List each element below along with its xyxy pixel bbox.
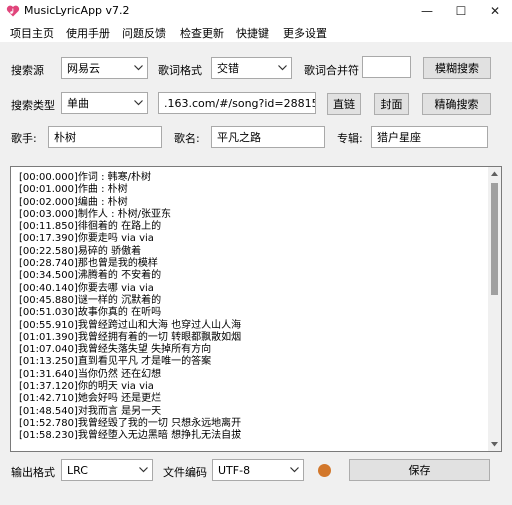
cover-button[interactable]: 封面	[374, 93, 409, 115]
lyric-line: [00:28.740]那也曾是我的模样	[19, 258, 158, 270]
lyric-line: [00:45.880]谜一样的 沉默着的	[19, 294, 162, 306]
music-heart-icon	[6, 5, 20, 17]
lyric-format-select[interactable]: 交错	[211, 57, 292, 79]
lyric-format-label: 歌词格式	[158, 64, 202, 77]
maximize-button[interactable]: ☐	[444, 0, 478, 22]
lyric-line: [01:37.120]你的明天 via via	[19, 381, 154, 393]
file-encoding-value: UTF-8	[218, 463, 251, 477]
scroll-up-icon[interactable]	[488, 167, 501, 180]
menu-shortcuts[interactable]: 快捷键	[236, 25, 269, 41]
scroll-down-icon[interactable]	[488, 438, 501, 451]
lyric-line: [01:48.540]对我而言 是另一天	[19, 405, 162, 417]
search-type-value: 单曲	[67, 97, 89, 110]
lyric-line: [00:01.000]作曲 : 朴树	[19, 184, 128, 196]
file-encoding-label: 文件编码	[163, 466, 207, 479]
album-label: 专辑:	[337, 132, 363, 145]
chevron-down-icon	[129, 93, 147, 113]
lyric-line: [01:52.780]我曾经毁了我的一切 只想永远地离开	[19, 417, 242, 429]
menu-check-update[interactable]: 检查更新	[180, 25, 224, 41]
lyric-line: [00:55.910]我曾经跨过山和大海 也穿过人山人海	[19, 319, 242, 331]
chevron-down-icon	[134, 460, 152, 480]
merge-symbol-label: 歌词合并符	[304, 64, 359, 77]
song-name-label: 歌名:	[174, 132, 200, 145]
album-field[interactable]: 猎户星座	[371, 126, 488, 148]
lyric-line: [00:40.140]你要去哪 via via	[19, 282, 154, 294]
scrollbar-thumb[interactable]	[491, 183, 498, 295]
output-format-label: 输出格式	[11, 466, 55, 479]
direct-link-button[interactable]: 直链	[327, 93, 361, 115]
lyric-format-value: 交错	[217, 62, 239, 75]
chevron-down-icon	[285, 460, 303, 480]
menu-more-settings[interactable]: 更多设置	[283, 25, 327, 41]
lyric-line: [01:58.230]我曾经堕入无边黑暗 想挣扎无法自拔	[19, 430, 242, 442]
status-indicator	[318, 464, 331, 477]
chevron-down-icon	[129, 58, 147, 78]
lyric-line: [00:34.500]沸腾着的 不安着的	[19, 270, 162, 282]
exact-search-button[interactable]: 精确搜索	[422, 93, 491, 115]
file-encoding-select[interactable]: UTF-8	[212, 459, 304, 481]
lyric-line: [00:00.000]作词 : 韩寒/朴树	[19, 172, 151, 183]
lyric-line: [01:42.710]她会好吗 还是更烂	[19, 393, 162, 405]
chevron-down-icon	[273, 58, 291, 78]
lyric-line: [00:02.000]编曲 : 朴树	[19, 196, 128, 208]
song-name-field[interactable]: 平凡之路	[211, 126, 325, 148]
search-source-select[interactable]: 网易云	[61, 57, 148, 79]
search-type-label: 搜索类型	[11, 99, 55, 112]
lyric-line: [00:17.390]你要走吗 via via	[19, 233, 154, 245]
save-button[interactable]: 保存	[349, 459, 490, 481]
minimize-button[interactable]: —	[410, 0, 444, 22]
menu-feedback[interactable]: 问题反馈	[122, 25, 166, 41]
singer-field[interactable]: 朴树	[48, 126, 162, 148]
singer-label: 歌手:	[11, 132, 37, 145]
lyric-line: [01:01.390]我曾经拥有着的一切 转眼都飘散如烟	[19, 331, 242, 343]
fuzzy-search-button[interactable]: 模糊搜索	[423, 57, 491, 79]
lyric-line: [00:11.850]徘徊着的 在路上的	[19, 221, 162, 233]
search-source-label: 搜索源	[11, 64, 44, 77]
lyric-line: [00:03.000]制作人 : 朴树/张亚东	[19, 208, 171, 220]
menu-manual[interactable]: 使用手册	[66, 25, 110, 41]
lyrics-scrollbar[interactable]	[488, 167, 501, 451]
lyric-line: [01:31.640]当你仍然 还在幻想	[19, 368, 162, 380]
merge-symbol-input[interactable]	[362, 56, 411, 78]
search-type-select[interactable]: 单曲	[61, 92, 148, 114]
lyric-line: [00:22.580]易碎的 骄傲着	[19, 245, 142, 257]
lyrics-textarea[interactable]: [00:00.000]作词 : 韩寒/朴树 [00:01.000]作曲 : 朴树…	[10, 166, 502, 452]
close-button[interactable]: ✕	[478, 0, 512, 22]
lyrics-content: [00:00.000]作词 : 韩寒/朴树 [00:01.000]作曲 : 朴树…	[19, 172, 489, 443]
lyric-line: [01:07.040]我曾经失落失望 失掉所有方向	[19, 344, 212, 356]
window-title: MusicLyricApp v7.2	[24, 4, 130, 17]
lyric-line: [00:51.030]故事你真的 在听吗	[19, 307, 162, 319]
title-bar: MusicLyricApp v7.2 — ☐ ✕	[0, 0, 512, 22]
search-url-input[interactable]: .163.com/#/song?id=28815250	[158, 92, 316, 114]
menu-project-home[interactable]: 项目主页	[10, 25, 54, 41]
output-format-value: LRC	[67, 463, 88, 477]
menu-bar: 项目主页 使用手册 问题反馈 检查更新 快捷键 更多设置	[0, 22, 512, 42]
search-source-value: 网易云	[67, 62, 100, 75]
lyric-line: [01:13.250]直到看见平凡 才是唯一的答案	[19, 356, 212, 368]
output-format-select[interactable]: LRC	[61, 459, 153, 481]
